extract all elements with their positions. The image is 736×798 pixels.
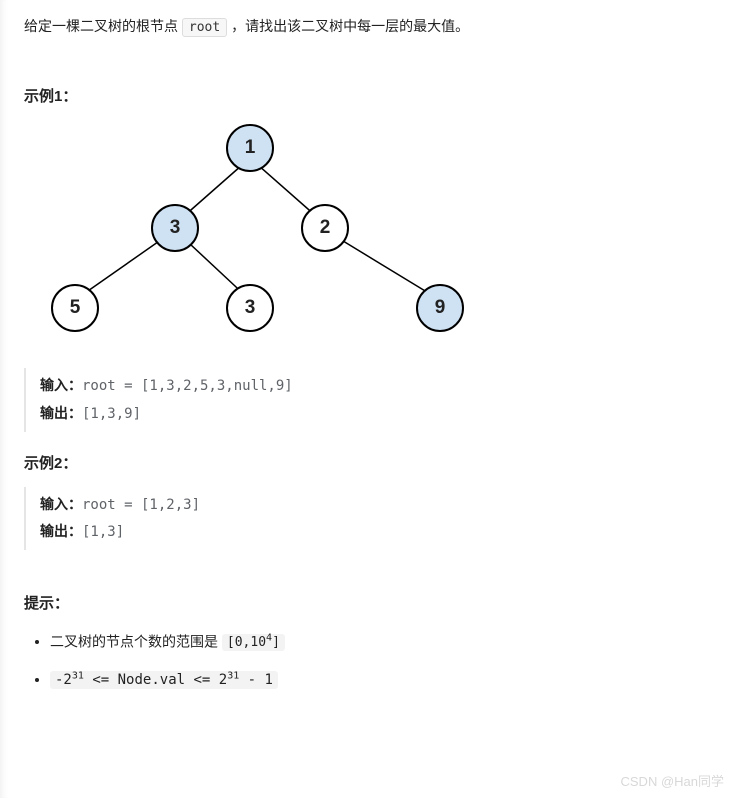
ex2-output-label: 输出： bbox=[40, 523, 82, 539]
example1-output-row: 输出：[1,3,9] bbox=[40, 400, 698, 428]
ex1-input-label: 输入： bbox=[40, 377, 82, 393]
hint1-range: [0,104] bbox=[222, 634, 285, 651]
root-code: root bbox=[182, 18, 227, 37]
hint-2: -231 <= Node.val <= 231 - 1 bbox=[50, 669, 712, 692]
ex1-output-label: 输出： bbox=[40, 405, 82, 421]
binary-tree-diagram: 1 3 2 5 3 9 bbox=[24, 120, 464, 350]
hint-1: 二叉树的节点个数的范围是 [0,104] bbox=[50, 631, 712, 653]
example2-output-row: 输出：[1,3] bbox=[40, 518, 698, 546]
example2-title: 示例2： bbox=[24, 452, 712, 473]
hint1-text: 二叉树的节点个数的范围是 bbox=[50, 633, 222, 649]
desc-text-2: ，请找出该二叉树中每一层的最大值。 bbox=[227, 18, 469, 34]
watermark: CSDN @Han同学 bbox=[621, 771, 725, 790]
problem-description: 给定一棵二叉树的根节点 root ，请找出该二叉树中每一层的最大值。 bbox=[24, 14, 712, 39]
hints-title: 提示： bbox=[24, 592, 712, 613]
ex1-input-value: root = [1,3,2,5,3,null,9] bbox=[82, 378, 293, 394]
ex1-output-value: [1,3,9] bbox=[82, 406, 141, 422]
example2-block: 输入：root = [1,2,3] 输出：[1,3] bbox=[24, 487, 712, 550]
example1-input-row: 输入：root = [1,3,2,5,3,null,9] bbox=[40, 372, 698, 400]
ex2-output-value: [1,3] bbox=[82, 524, 124, 540]
hints-list: 二叉树的节点个数的范围是 [0,104] -231 <= Node.val <=… bbox=[24, 631, 712, 691]
example1-block: 输入：root = [1,3,2,5,3,null,9] 输出：[1,3,9] bbox=[24, 368, 712, 431]
desc-text-1: 给定一棵二叉树的根节点 bbox=[24, 18, 182, 34]
example2-input-row: 输入：root = [1,2,3] bbox=[40, 491, 698, 519]
example1-title: 示例1： bbox=[24, 85, 712, 106]
ex2-input-value: root = [1,2,3] bbox=[82, 497, 200, 513]
hint2-range: -231 <= Node.val <= 231 - 1 bbox=[50, 671, 278, 689]
ex2-input-label: 输入： bbox=[40, 496, 82, 512]
